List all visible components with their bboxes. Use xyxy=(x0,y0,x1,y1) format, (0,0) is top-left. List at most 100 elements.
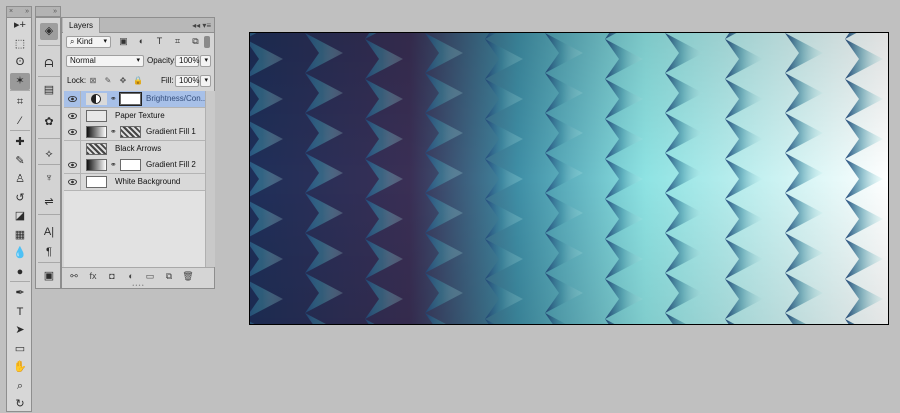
layer-thumbnail xyxy=(86,142,107,155)
eye-icon[interactable] xyxy=(68,178,77,186)
fill-label: Fill: xyxy=(161,76,174,85)
pen-tool-icon[interactable]: ✒ xyxy=(10,285,30,302)
brush-tool-icon[interactable]: ✎ xyxy=(10,153,30,170)
opacity-dropdown[interactable]: ▾ xyxy=(200,55,211,67)
blend-mode-value: Normal xyxy=(70,56,96,65)
adjustments-panel-icon[interactable]: ⇌ xyxy=(40,194,58,211)
canvas-artwork xyxy=(250,33,888,324)
eye-icon[interactable] xyxy=(68,128,77,136)
blur-tool-icon[interactable]: 💧 xyxy=(10,245,30,262)
tab-layers[interactable]: Layers xyxy=(63,18,101,33)
chevron-down-icon: ▾ xyxy=(204,57,208,64)
eye-icon[interactable] xyxy=(68,95,77,103)
rotate-view-tool-icon[interactable]: ↻ xyxy=(10,396,30,413)
history-brush-tool-icon[interactable]: ↺ xyxy=(10,190,30,207)
layer-style-icon[interactable]: fx xyxy=(87,270,99,282)
link-icon[interactable]: ⚭ xyxy=(110,160,117,169)
layer-row[interactable]: ⚭ Gradient Fill 2 xyxy=(64,157,205,174)
fill-field[interactable]: 100% xyxy=(175,75,199,87)
layer-row[interactable]: ⚭ Gradient Fill 1 xyxy=(64,124,205,141)
dock-divider xyxy=(38,76,60,77)
layer-mask-thumbnail[interactable] xyxy=(120,126,141,138)
move-tool-icon[interactable]: ▸+ xyxy=(10,17,30,34)
visibility-divider xyxy=(80,140,81,157)
visibility-off-icon[interactable] xyxy=(68,145,77,153)
add-mask-icon[interactable]: ◘ xyxy=(106,270,118,282)
layer-row[interactable]: ⚭ Brightness/Con... xyxy=(64,91,207,108)
layer-row[interactable]: Black Arrows xyxy=(64,140,205,158)
actions-panel-icon[interactable]: ▣ xyxy=(40,268,58,285)
lock-image-icon[interactable]: ✎ xyxy=(103,76,113,86)
visibility-divider xyxy=(80,173,81,190)
eraser-tool-icon[interactable]: ◪ xyxy=(10,208,30,225)
layer-row[interactable]: Paper Texture xyxy=(64,107,205,125)
magic-wand-tool-icon[interactable]: ✶ xyxy=(10,72,30,90)
layer-name: Gradient Fill 2 xyxy=(146,160,196,169)
panel-dock: ◈ ᗩ ▤ ✿ ⟡ ♆ ⇌ A| ¶ ▣ xyxy=(35,17,61,289)
histogram-panel-icon[interactable]: ▤ xyxy=(40,82,58,99)
dock-divider xyxy=(38,214,60,215)
dock-header: » xyxy=(35,6,61,17)
filter-toggle[interactable] xyxy=(204,36,210,48)
layer-list-scrollbar[interactable] xyxy=(205,91,215,267)
panel-menu-icon[interactable]: ◂◂ ▾≡ xyxy=(192,18,211,33)
opacity-label: Opacity: xyxy=(147,56,177,65)
path-selection-tool-icon[interactable]: ➤ xyxy=(10,322,30,339)
delete-layer-icon[interactable]: 🗑 xyxy=(182,270,194,282)
opacity-value: 100% xyxy=(179,56,200,65)
tool-divider xyxy=(10,281,30,282)
layer-mask-thumbnail[interactable] xyxy=(120,159,141,171)
opacity-field[interactable]: 100% xyxy=(175,55,199,67)
new-group-icon[interactable]: ▭ xyxy=(144,270,156,282)
close-icon[interactable]: × xyxy=(9,7,13,17)
dock-collapse-icon[interactable]: » xyxy=(53,8,57,15)
filter-kind-select[interactable]: ⌕ Kind ▾ xyxy=(66,36,111,48)
panel-resize-grip[interactable]: • • • • xyxy=(61,284,215,289)
filter-pixel-icon[interactable]: ▣ xyxy=(118,36,129,47)
collapse-icon[interactable]: » xyxy=(25,7,29,17)
brush-presets-panel-icon[interactable]: ♆ xyxy=(40,170,58,187)
eyedropper-tool-icon[interactable]: ⁄ xyxy=(10,113,30,130)
healing-brush-tool-icon[interactable]: ✚ xyxy=(10,134,30,151)
shape-tool-icon[interactable]: ▭ xyxy=(10,341,30,358)
lock-all-icon[interactable]: 🔒 xyxy=(133,76,143,86)
lock-transparent-icon[interactable]: ⊠ xyxy=(88,76,98,86)
dock-divider xyxy=(38,105,60,106)
filter-type-icon[interactable]: T xyxy=(154,36,165,47)
filter-shape-icon[interactable]: ⌗ xyxy=(172,36,183,47)
layer-mask-thumbnail[interactable] xyxy=(119,92,142,106)
hand-tool-icon[interactable]: ✋ xyxy=(10,359,30,376)
document-canvas[interactable] xyxy=(249,32,889,325)
clone-stamp-tool-icon[interactable]: ♙ xyxy=(10,171,30,188)
fill-dropdown[interactable]: ▾ xyxy=(200,75,211,87)
layer-name: Black Arrows xyxy=(115,143,162,153)
new-adjustment-layer-icon[interactable]: ◐ xyxy=(125,270,137,282)
layer-row[interactable]: White Background xyxy=(64,173,205,191)
character-panel-icon[interactable]: A| xyxy=(40,224,58,241)
layer-name: Gradient Fill 1 xyxy=(146,127,196,136)
zoom-tool-icon[interactable]: ⌕ xyxy=(10,378,30,395)
paragraph-panel-icon[interactable]: ¶ xyxy=(40,244,58,261)
marquee-tool-icon[interactable]: ⬚ xyxy=(10,36,30,53)
link-icon[interactable]: ⚭ xyxy=(110,127,117,136)
link-layers-icon[interactable]: ⚯ xyxy=(68,270,80,282)
new-layer-icon[interactable]: ⧉ xyxy=(163,270,175,282)
lasso-tool-icon[interactable]: ʘ xyxy=(10,54,30,71)
eye-icon[interactable] xyxy=(68,112,77,120)
layers-panel-icon[interactable]: ◈ xyxy=(40,23,58,40)
link-icon[interactable]: ⚭ xyxy=(110,94,117,103)
paths-panel-icon[interactable]: ⟡ xyxy=(40,146,58,163)
filter-adjustment-icon[interactable]: ◐ xyxy=(136,36,147,47)
blend-mode-select[interactable]: Normal ▾ xyxy=(66,55,144,67)
type-tool-icon[interactable]: T xyxy=(10,304,30,321)
swatches-panel-icon[interactable]: ✿ xyxy=(40,114,58,131)
navigator-panel-icon[interactable]: ᗩ xyxy=(40,56,58,73)
lock-position-icon[interactable]: ✥ xyxy=(118,76,128,86)
gradient-tool-icon[interactable]: ▦ xyxy=(10,227,30,244)
fill-value: 100% xyxy=(179,76,200,85)
eye-icon[interactable] xyxy=(68,161,77,169)
filter-smart-object-icon[interactable]: ⧉ xyxy=(190,36,201,47)
dodge-tool-icon[interactable]: ● xyxy=(10,264,30,281)
crop-tool-icon[interactable]: ⌗ xyxy=(10,94,30,111)
dock-divider xyxy=(38,45,60,46)
